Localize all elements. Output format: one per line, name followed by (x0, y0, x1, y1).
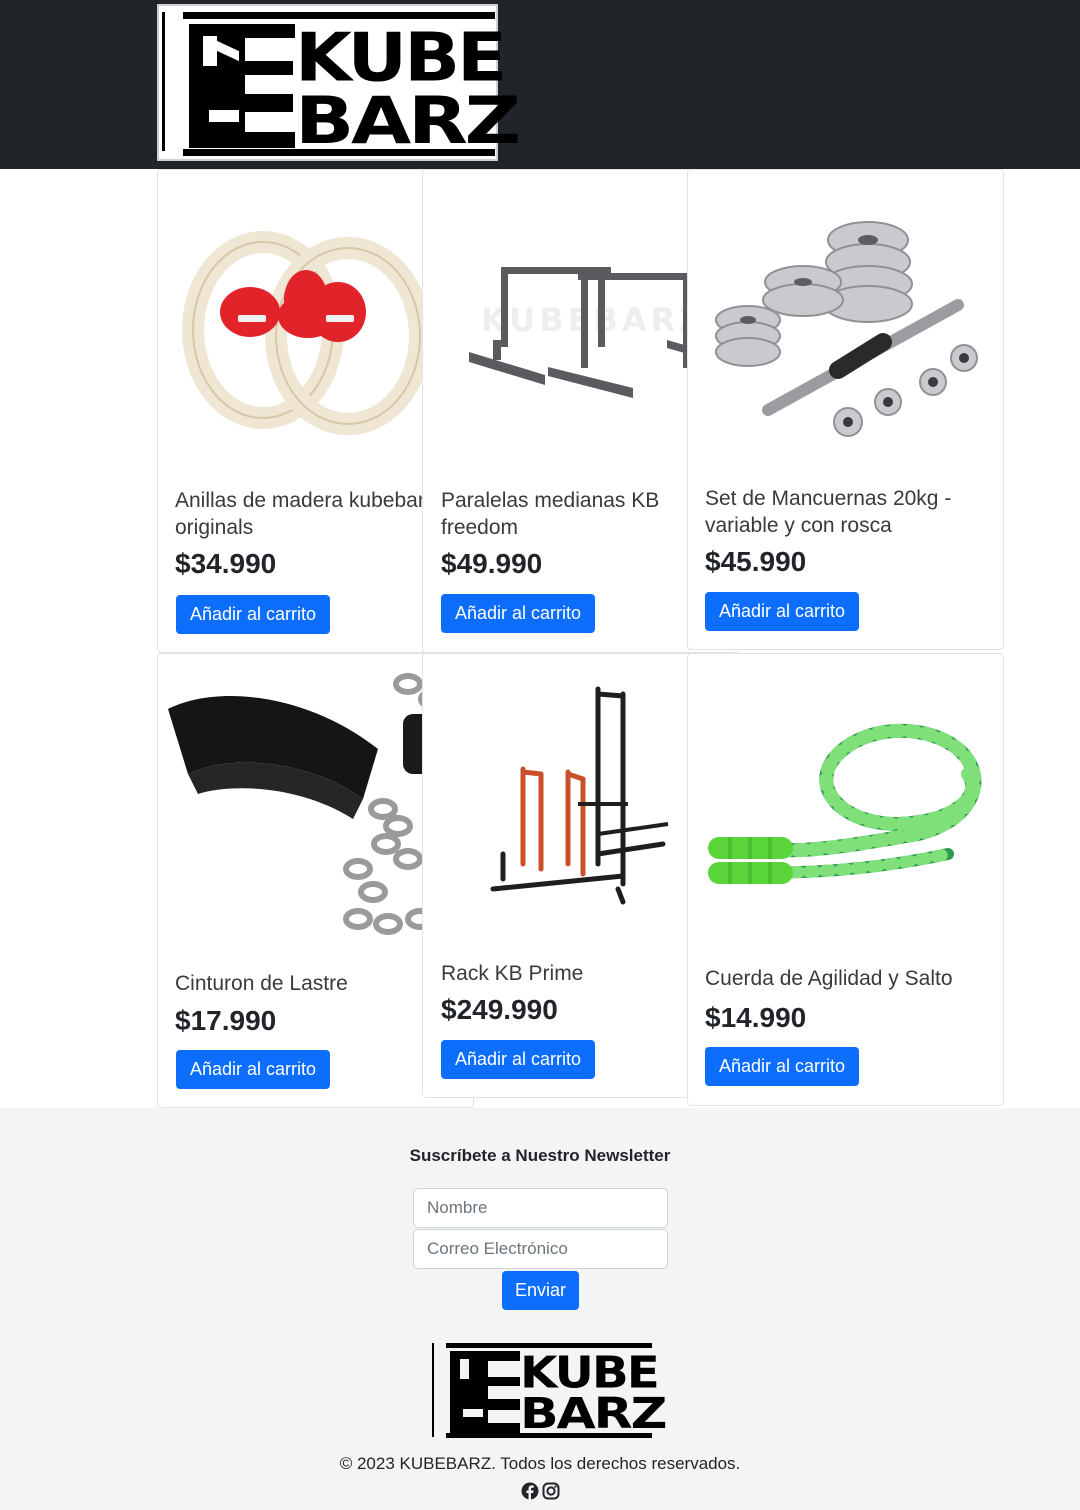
product-name[interactable]: Cinturon de Lastre (175, 970, 348, 997)
facebook-icon[interactable] (521, 1482, 539, 1500)
footer-logo-word-barz: BARZ (520, 1389, 667, 1439)
product-name[interactable]: Cuerda de Agilidad y Salto (705, 965, 953, 992)
product-price: $17.990 (175, 1005, 277, 1036)
product-name[interactable]: Rack KB Prime (441, 960, 583, 987)
header-logo[interactable]: KUBE BARZ (157, 4, 521, 161)
product-price: $14.990 (705, 1002, 807, 1033)
product-image-jump-rope[interactable] (688, 654, 1003, 954)
product-price: $249.990 (441, 994, 558, 1025)
watermark-text: KUBEBARZ (481, 301, 706, 339)
add-to-cart-button[interactable]: Añadir al carrito (705, 1047, 859, 1086)
footer-logo: KUBE BARZ (430, 1341, 667, 1441)
logo-word-kube: KUBE (295, 18, 507, 97)
site-footer: Suscríbete a Nuestro Newsletter Enviar K… (0, 1108, 1080, 1510)
product-name[interactable]: Set de Mancuernas 20kg - variable y con … (705, 485, 951, 539)
footer-logo-word-kube: KUBE (520, 1347, 660, 1399)
product-price: $45.990 (705, 546, 807, 577)
add-to-cart-button[interactable]: Añadir al carrito (441, 594, 595, 633)
add-to-cart-button[interactable]: Añadir al carrito (176, 595, 330, 634)
instagram-icon[interactable] (542, 1482, 560, 1500)
product-price: $34.990 (175, 548, 277, 579)
name-input[interactable] (413, 1188, 668, 1228)
product-card: Cuerda de Agilidad y Salto $14.990 Añadi… (687, 653, 1004, 1106)
email-input[interactable] (413, 1229, 668, 1269)
add-to-cart-button[interactable]: Añadir al carrito (176, 1050, 330, 1089)
copyright-text: © 2023 KUBEBARZ. Todos los derechos rese… (339, 1454, 741, 1473)
product-price: $49.990 (441, 548, 543, 579)
site-header: KUBE BARZ (0, 0, 1080, 169)
product-name[interactable]: Paralelas medianas KB freedom (441, 487, 659, 541)
add-to-cart-button[interactable]: Añadir al carrito (441, 1040, 595, 1079)
logo-word-barz: BARZ (295, 82, 521, 159)
add-to-cart-button[interactable]: Añadir al carrito (705, 592, 859, 631)
product-card: Set de Mancuernas 20kg - variable y con … (687, 169, 1004, 650)
social-links (521, 1482, 561, 1500)
product-image-dumbbell-set[interactable] (688, 170, 1003, 470)
product-name[interactable]: Anillas de madera kubebarz originals (175, 487, 435, 541)
newsletter-title: Suscríbete a Nuestro Newsletter (409, 1146, 671, 1165)
newsletter-submit-button[interactable]: Enviar (502, 1271, 579, 1310)
